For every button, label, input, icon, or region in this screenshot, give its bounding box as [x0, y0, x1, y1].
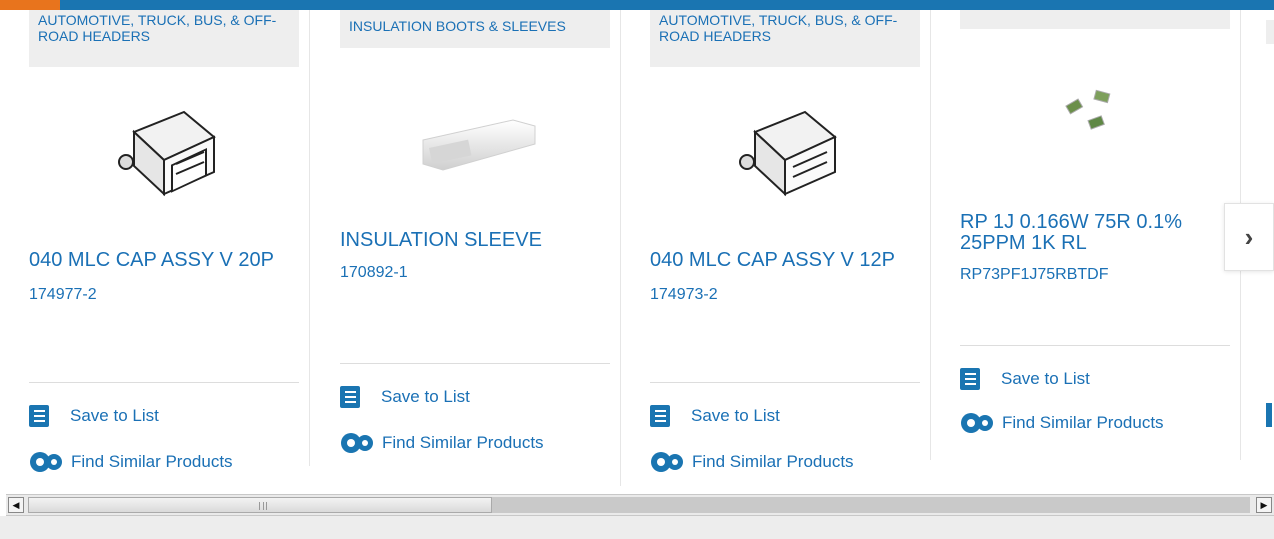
- product-title[interactable]: RP 1J 0.166W 75R 0.1% 25PPM 1K RL: [960, 212, 1230, 254]
- product-category[interactable]: [960, 10, 1230, 29]
- product-card: AUTOMOTIVE, TRUCK, BUS, & OFF-ROAD HEADE…: [621, 10, 931, 486]
- card-separator: [309, 10, 310, 466]
- header-connector-image: [739, 110, 837, 197]
- scroll-left-arrow[interactable]: ◀: [8, 497, 24, 513]
- product-carousel: AUTOMOTIVE, TRUCK, BUS, & OFF-ROAD HEADE…: [0, 10, 1274, 494]
- find-similar-button[interactable]: Find Similar Products: [29, 450, 233, 474]
- find-similar-label[interactable]: Find Similar Products: [382, 433, 544, 453]
- product-category[interactable]: AUTOMOTIVE, TRUCK, BUS, & OFF-ROAD HEADE…: [29, 10, 299, 67]
- product-card: AUTOMOTIVE, TRUCK, BUS, & OFF-ROAD HEADE…: [0, 10, 310, 486]
- checklist-icon: [960, 368, 980, 390]
- find-similar-button[interactable]: Find Similar Products: [650, 450, 854, 474]
- find-similar-button[interactable]: Find Similar Products: [960, 411, 1164, 435]
- gears-icon: [341, 433, 373, 453]
- carousel-next-button[interactable]: ›: [1224, 203, 1274, 271]
- category-label[interactable]: AUTOMOTIVE, TRUCK, BUS, & OFF-ROAD HEADE…: [659, 12, 897, 44]
- top-accent-bar: [0, 0, 1274, 10]
- product-title[interactable]: INSULATION SLEEVE: [340, 230, 610, 251]
- product-category[interactable]: INSULATION BOOTS & SLEEVES: [340, 10, 610, 48]
- product-part-number[interactable]: 174977-2: [29, 286, 97, 304]
- product-part-number[interactable]: 174973-2: [650, 286, 718, 304]
- save-to-list-button[interactable]: Save to List: [340, 386, 470, 408]
- find-similar-label[interactable]: Find Similar Products: [692, 452, 854, 472]
- save-to-list-label[interactable]: Save to List: [70, 406, 159, 426]
- find-similar-label[interactable]: Find Similar Products: [71, 452, 233, 472]
- card-divider: [650, 382, 920, 383]
- product-image[interactable]: [650, 82, 920, 222]
- scrollbar-thumb[interactable]: [28, 497, 492, 513]
- top-accent-orange: [0, 0, 60, 10]
- gears-icon: [30, 452, 62, 472]
- insulation-sleeve-image: [422, 119, 536, 171]
- grip-icon: [259, 502, 267, 510]
- save-to-list-label[interactable]: Save to List: [1001, 369, 1090, 389]
- card-divider: [960, 345, 1230, 346]
- product-image[interactable]: [340, 72, 610, 212]
- save-to-list-button[interactable]: Save to List: [29, 405, 159, 427]
- save-to-list-label[interactable]: Save to List: [381, 387, 470, 407]
- product-image[interactable]: [960, 40, 1230, 180]
- product-card: INSULATION BOOTS & SLEEVES INSULATION SL…: [311, 10, 621, 486]
- save-to-list-label[interactable]: Save to List: [691, 406, 780, 426]
- scrollbar-track[interactable]: [492, 497, 1250, 513]
- save-to-list-button[interactable]: Save to List: [650, 405, 780, 427]
- bottom-strip: [0, 516, 1274, 539]
- product-card: RP 1J 0.166W 75R 0.1% 25PPM 1K RL RP73PF…: [931, 10, 1241, 486]
- partial-save-icon: [1266, 403, 1272, 427]
- category-label[interactable]: AUTOMOTIVE, TRUCK, BUS, & OFF-ROAD HEADE…: [38, 12, 276, 44]
- chip-resistor-image: [1065, 89, 1111, 130]
- save-to-list-button[interactable]: Save to List: [960, 368, 1090, 390]
- gears-icon: [961, 413, 993, 433]
- product-part-number[interactable]: 170892-1: [340, 264, 408, 282]
- header-connector-image: [118, 110, 216, 197]
- scroll-right-arrow[interactable]: ▶: [1256, 497, 1272, 513]
- chevron-right-icon: ›: [1244, 221, 1254, 252]
- partial-card-edge: [1266, 20, 1274, 44]
- checklist-icon: [29, 405, 49, 427]
- product-title[interactable]: 040 MLC CAP ASSY V 12P: [650, 250, 920, 271]
- find-similar-label[interactable]: Find Similar Products: [1002, 413, 1164, 433]
- product-title[interactable]: 040 MLC CAP ASSY V 20P: [29, 250, 299, 271]
- gears-icon: [651, 452, 683, 472]
- find-similar-button[interactable]: Find Similar Products: [340, 431, 544, 455]
- card-divider: [29, 382, 299, 383]
- checklist-icon: [650, 405, 670, 427]
- checklist-icon: [340, 386, 360, 408]
- product-category[interactable]: AUTOMOTIVE, TRUCK, BUS, & OFF-ROAD HEADE…: [650, 10, 920, 67]
- card-divider: [340, 363, 610, 364]
- horizontal-scrollbar[interactable]: ◀ ▶: [6, 494, 1274, 516]
- product-part-number[interactable]: RP73PF1J75RBTDF: [960, 266, 1109, 284]
- category-label[interactable]: INSULATION BOOTS & SLEEVES: [349, 18, 566, 34]
- product-image[interactable]: [29, 82, 299, 222]
